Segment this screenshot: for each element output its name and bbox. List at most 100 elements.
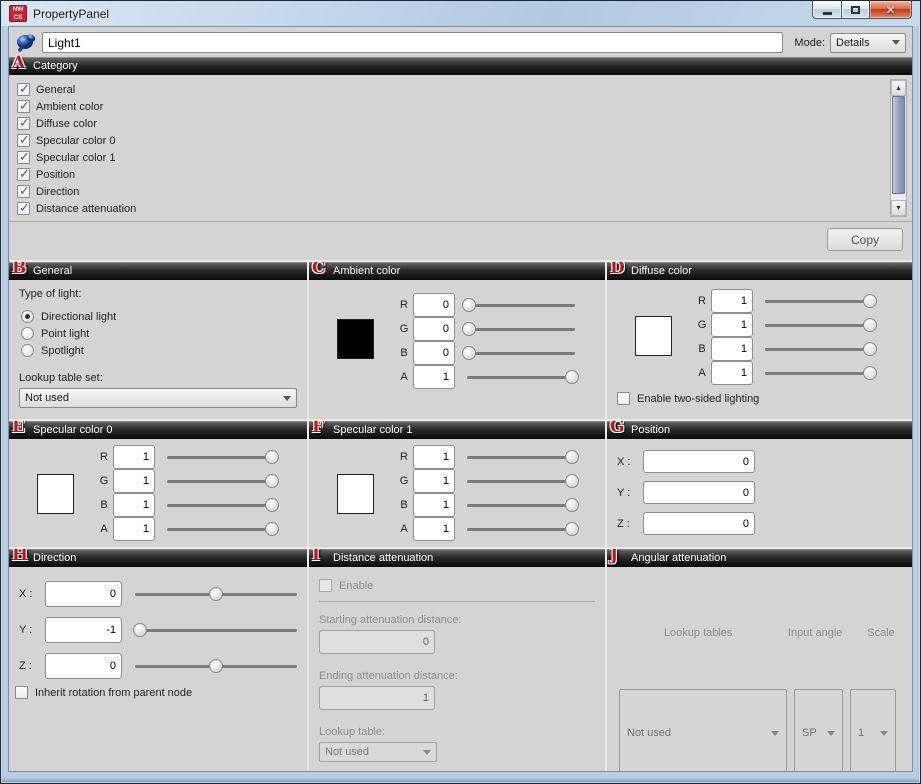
channel-g-input[interactable] bbox=[413, 317, 455, 341]
channel-g-input[interactable] bbox=[113, 469, 155, 493]
copy-button[interactable]: Copy bbox=[827, 228, 903, 251]
channel-r-slider[interactable] bbox=[467, 298, 575, 312]
slider-thumb[interactable] bbox=[863, 294, 877, 308]
checkbox[interactable] bbox=[15, 686, 28, 699]
checkbox[interactable] bbox=[17, 168, 30, 181]
checkbox[interactable] bbox=[617, 392, 630, 405]
lookup-table-set-select[interactable]: Not used bbox=[19, 388, 297, 408]
channel-a-slider[interactable] bbox=[765, 366, 873, 380]
slider-thumb[interactable] bbox=[265, 474, 279, 488]
slider-thumb[interactable] bbox=[462, 322, 476, 336]
radio-spotlight[interactable]: Spotlight bbox=[21, 342, 297, 359]
direction-y-slider[interactable] bbox=[135, 623, 297, 637]
radio-icon[interactable] bbox=[21, 327, 34, 340]
scroll-down-button[interactable]: ▼ bbox=[891, 200, 906, 216]
position-y-input[interactable] bbox=[643, 481, 755, 504]
checkbox[interactable] bbox=[319, 579, 332, 592]
radio-point-light[interactable]: Point light bbox=[21, 325, 297, 342]
channel-r-slider[interactable] bbox=[167, 450, 275, 464]
slider-thumb[interactable] bbox=[863, 342, 877, 356]
color-swatch[interactable] bbox=[337, 474, 374, 514]
slider-thumb[interactable] bbox=[565, 450, 579, 464]
radio-icon[interactable] bbox=[21, 310, 34, 323]
channel-g-slider[interactable] bbox=[467, 322, 575, 336]
scroll-up-button[interactable]: ▲ bbox=[891, 80, 906, 96]
channel-b-input[interactable] bbox=[113, 493, 155, 517]
node-name-input[interactable] bbox=[42, 32, 783, 53]
close-button[interactable]: ✕ bbox=[869, 1, 912, 19]
channel-b-input[interactable] bbox=[711, 337, 753, 361]
channel-g-input[interactable] bbox=[711, 313, 753, 337]
slider-thumb[interactable] bbox=[209, 659, 223, 673]
channel-g-slider[interactable] bbox=[765, 318, 873, 332]
checkbox[interactable] bbox=[17, 185, 30, 198]
direction-z-input[interactable] bbox=[45, 653, 122, 679]
channel-r-slider[interactable] bbox=[467, 450, 575, 464]
channel-r-input[interactable] bbox=[711, 289, 753, 313]
checkbox[interactable] bbox=[17, 117, 30, 130]
category-item-specular-color-1[interactable]: Specular color 1 bbox=[17, 149, 886, 166]
two-sided-lighting-option[interactable]: Enable two-sided lighting bbox=[617, 392, 902, 405]
channel-b-slider[interactable] bbox=[167, 498, 275, 512]
channel-r-input[interactable] bbox=[413, 445, 455, 469]
slider-thumb[interactable] bbox=[565, 474, 579, 488]
slider-thumb[interactable] bbox=[863, 366, 877, 380]
channel-g-slider[interactable] bbox=[167, 474, 275, 488]
checkbox[interactable] bbox=[17, 100, 30, 113]
slider-thumb[interactable] bbox=[565, 522, 579, 536]
category-scrollbar[interactable]: ▲ ▼ bbox=[890, 79, 907, 217]
checkbox[interactable] bbox=[17, 151, 30, 164]
channel-b-input[interactable] bbox=[413, 493, 455, 517]
slider-thumb[interactable] bbox=[462, 298, 476, 312]
channel-a-input[interactable] bbox=[113, 517, 155, 541]
category-item-ambient-color[interactable]: Ambient color bbox=[17, 98, 886, 115]
channel-r-input[interactable] bbox=[413, 293, 455, 317]
color-swatch[interactable] bbox=[635, 316, 672, 356]
direction-x-slider[interactable] bbox=[135, 587, 297, 601]
channel-b-input[interactable] bbox=[413, 341, 455, 365]
category-item-direction[interactable]: Direction bbox=[17, 183, 886, 200]
minimize-button[interactable] bbox=[812, 1, 841, 19]
direction-z-slider[interactable] bbox=[135, 659, 297, 673]
channel-r-slider[interactable] bbox=[765, 294, 873, 308]
slider-thumb[interactable] bbox=[565, 498, 579, 512]
checkbox[interactable] bbox=[17, 83, 30, 96]
channel-g-input[interactable] bbox=[413, 469, 455, 493]
maximize-button[interactable] bbox=[841, 1, 869, 19]
slider-thumb[interactable] bbox=[462, 346, 476, 360]
category-item-distance-attenuation[interactable]: Distance attenuation bbox=[17, 200, 886, 217]
channel-a-slider[interactable] bbox=[167, 522, 275, 536]
checkbox[interactable] bbox=[17, 202, 30, 215]
slider-thumb[interactable] bbox=[133, 623, 147, 637]
direction-y-input[interactable] bbox=[45, 617, 122, 643]
title-bar[interactable]: NWCS PropertyPanel ✕ bbox=[1, 1, 920, 26]
channel-b-slider[interactable] bbox=[467, 346, 575, 360]
scrollbar-thumb[interactable] bbox=[892, 96, 905, 194]
checkbox[interactable] bbox=[17, 134, 30, 147]
category-item-diffuse-color[interactable]: Diffuse color bbox=[17, 115, 886, 132]
category-item-general[interactable]: General bbox=[17, 81, 886, 98]
channel-a-slider[interactable] bbox=[467, 522, 575, 536]
inherit-rotation-option[interactable]: Inherit rotation from parent node bbox=[15, 686, 297, 699]
color-swatch[interactable] bbox=[337, 319, 374, 359]
radio-icon[interactable] bbox=[21, 344, 34, 357]
category-item-specular-color-0[interactable]: Specular color 0 bbox=[17, 132, 886, 149]
slider-thumb[interactable] bbox=[265, 522, 279, 536]
position-z-input[interactable] bbox=[643, 512, 755, 535]
channel-b-slider[interactable] bbox=[765, 342, 873, 356]
position-x-input[interactable] bbox=[643, 450, 755, 473]
slider-thumb[interactable] bbox=[863, 318, 877, 332]
channel-b-slider[interactable] bbox=[467, 498, 575, 512]
color-swatch[interactable] bbox=[37, 474, 74, 514]
slider-thumb[interactable] bbox=[265, 498, 279, 512]
direction-x-input[interactable] bbox=[45, 581, 122, 607]
radio-directional-light[interactable]: Directional light bbox=[21, 308, 297, 325]
distance-enable-option[interactable]: Enable bbox=[319, 579, 595, 592]
mode-select[interactable]: Details bbox=[830, 33, 906, 53]
channel-a-input[interactable] bbox=[413, 517, 455, 541]
channel-a-input[interactable] bbox=[711, 361, 753, 385]
slider-thumb[interactable] bbox=[265, 450, 279, 464]
category-item-position[interactable]: Position bbox=[17, 166, 886, 183]
channel-r-input[interactable] bbox=[113, 445, 155, 469]
channel-a-input[interactable] bbox=[413, 365, 455, 389]
